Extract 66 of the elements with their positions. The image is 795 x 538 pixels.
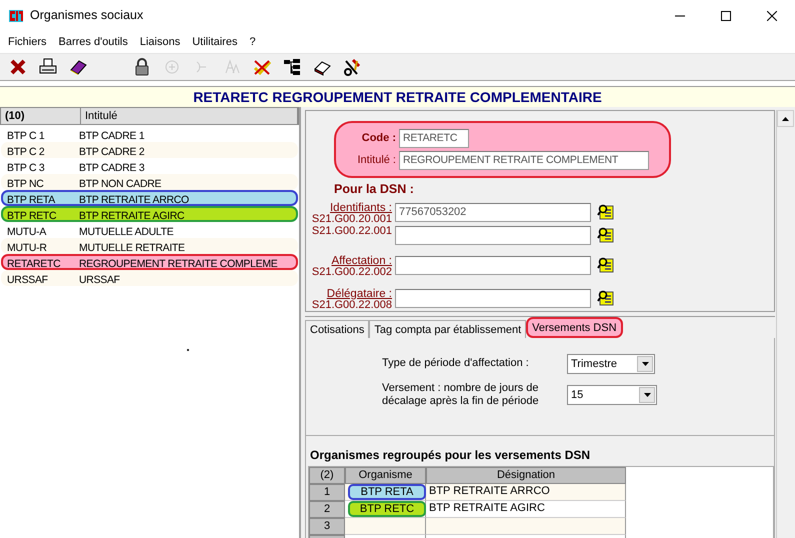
tools-icon[interactable]: [343, 58, 361, 76]
list-row[interactable]: BTP C 3 BTP CADRE 3: [1, 158, 298, 174]
list-row[interactable]: BTP C 1 BTP CADRE 1: [1, 126, 298, 142]
list-row[interactable]: BTP C 2 BTP CADRE 2: [1, 142, 298, 158]
highlighted-row[interactable]: RETARETC REGROUPEMENT RETRAITE COMPLEME: [1, 254, 298, 270]
field-link[interactable]: Identifiants :: [330, 202, 392, 214]
field-label: Intitulé :: [356, 153, 396, 168]
grid-cell: BTP RETC: [348, 500, 426, 517]
field-label: Code :: [360, 131, 396, 146]
scroll-up-button[interactable]: [777, 110, 794, 127]
row-number: 3: [309, 518, 345, 535]
menu-item[interactable]: Fichiers: [2, 34, 53, 50]
dot-mark: [187, 349, 189, 351]
field-label: Versement : nombre de jours de décalage après la fin de période: [382, 382, 540, 408]
tab[interactable]: Tag compta par établissement: [369, 320, 526, 338]
printer-icon[interactable]: [39, 58, 57, 76]
column-header[interactable]: Désignation: [426, 466, 626, 484]
close-icon[interactable]: [9, 58, 27, 76]
list-row[interactable]: MUTU-A MUTUELLE ADULTE: [1, 222, 298, 238]
text-field[interactable]: [395, 226, 591, 245]
text-field[interactable]: RETARETC: [399, 129, 469, 148]
list-row[interactable]: BTP NC BTP NON CADRE: [1, 174, 298, 190]
up-arrow-icon: [782, 116, 789, 120]
dropdown[interactable]: Trimestre: [567, 354, 655, 374]
field-code: S21.G00.20.001: [312, 214, 392, 225]
row-number: 1: [309, 484, 345, 501]
record-title: RETARETC REGROUPEMENT RETRAITE COMPLEMENTAIRE: [193, 88, 602, 106]
book-icon[interactable]: [69, 58, 87, 76]
crossed-check-icon[interactable]: [253, 58, 271, 76]
dropdown[interactable]: 15: [567, 384, 657, 405]
list-row[interactable]: URSSAF URSSAF: [1, 270, 298, 286]
column-header[interactable]: (10): [1, 108, 81, 124]
hierarchy-icon[interactable]: [283, 58, 301, 76]
field-link[interactable]: Affectation :: [331, 256, 392, 267]
row-number: 2: [309, 500, 345, 518]
text-field[interactable]: [395, 288, 591, 308]
column-header[interactable]: Intitulé: [81, 108, 298, 124]
lock-icon[interactable]: [133, 58, 151, 76]
menu-item[interactable]: ?: [243, 34, 262, 50]
field-code: S21.G00.22.002: [312, 266, 392, 278]
app-logo-icon: [8, 8, 24, 24]
field-link[interactable]: Délégataire :: [326, 288, 392, 300]
field-label: Type de période d'affectation :: [382, 357, 530, 370]
grid-cell: BTP RETA: [348, 484, 426, 500]
text-field[interactable]: 77567053202: [395, 202, 591, 222]
close-icon: [767, 10, 777, 20]
menu-item[interactable]: Barres d'outils: [52, 34, 134, 50]
tab[interactable]: Cotisations: [305, 320, 370, 338]
text-field[interactable]: REGROUPEMENT RETRAITE COMPLEMENT: [399, 151, 649, 170]
column-header[interactable]: (2): [309, 466, 345, 484]
field-code: S21.G00.22.001: [312, 226, 392, 237]
window-title: Organismes sociaux: [30, 7, 144, 24]
menu-item[interactable]: Utilitaires: [186, 34, 244, 50]
maximize-icon: [721, 10, 731, 20]
text-field[interactable]: [395, 256, 591, 275]
column-header[interactable]: Organisme: [345, 466, 426, 484]
tab[interactable]: Versements DSN: [526, 316, 623, 338]
menu-item[interactable]: Liaisons: [134, 34, 186, 50]
search-list-icon[interactable]: [597, 226, 614, 245]
field-code: S21.G00.22.008: [312, 300, 392, 311]
section-heading: Pour la DSN :: [334, 181, 415, 198]
highlighted-row[interactable]: BTP RETC BTP RETRAITE AGIRC: [1, 206, 298, 222]
list-row[interactable]: MUTU-R MUTUELLE RETRAITE: [1, 238, 298, 254]
section-heading: Organismes regroupés pour les versements DSN: [309, 446, 592, 464]
grid-cell: BTP RETRAITE ARRCO: [426, 484, 626, 501]
highlighted-row[interactable]: BTP RETA BTP RETRAITE ARRCO: [1, 190, 298, 206]
